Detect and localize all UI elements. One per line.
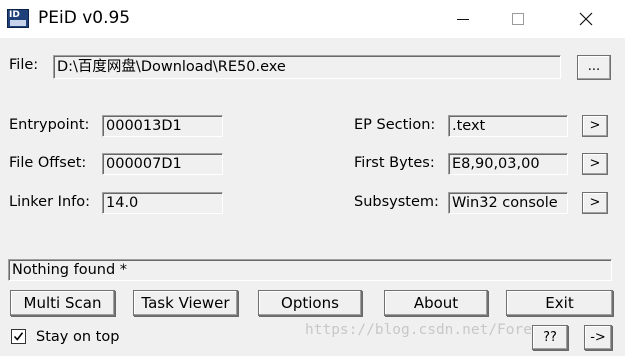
app-icon-text: ID xyxy=(9,10,20,20)
multi-scan-button[interactable]: Multi Scan xyxy=(10,290,115,316)
first-bytes-label: First Bytes: xyxy=(354,155,435,171)
help-button[interactable]: ?? xyxy=(532,325,568,350)
file-offset-label: File Offset: xyxy=(9,155,87,171)
peid-window: ID PEiD v0.95 File: D:\百度网盘\Download\RE5… xyxy=(0,0,625,356)
maximize-icon xyxy=(512,13,524,25)
options-button[interactable]: Options xyxy=(258,290,362,316)
stay-on-top-checkbox[interactable] xyxy=(11,329,26,344)
subsystem-label: Subsystem: xyxy=(354,194,439,210)
first-bytes-more-button[interactable]: > xyxy=(582,153,608,175)
watermark-text: https://blog.csdn.net/Forever_ xyxy=(305,322,567,338)
about-button[interactable]: About xyxy=(384,290,488,316)
close-button[interactable] xyxy=(563,4,609,34)
ep-section-label: EP Section: xyxy=(354,117,436,133)
subsystem-more-button[interactable]: > xyxy=(582,192,608,214)
maximize-button[interactable] xyxy=(495,4,541,34)
entrypoint-field[interactable]: 000013D1 xyxy=(102,115,223,137)
linker-info-field[interactable]: 14.0 xyxy=(102,192,223,214)
subsystem-field[interactable]: Win32 console xyxy=(448,192,568,214)
ep-section-more-button[interactable]: > xyxy=(582,115,608,137)
file-label: File: xyxy=(9,57,39,73)
exit-button[interactable]: Exit xyxy=(506,290,613,316)
entrypoint-label: Entrypoint: xyxy=(9,117,90,133)
checkmark-icon xyxy=(13,332,24,341)
minimize-button[interactable] xyxy=(440,4,486,34)
browse-button[interactable]: ... xyxy=(577,55,611,80)
task-viewer-button[interactable]: Task Viewer xyxy=(133,290,238,316)
scan-result-status: Nothing found * xyxy=(8,259,612,281)
ep-section-field[interactable]: .text xyxy=(448,115,568,137)
app-icon: ID xyxy=(7,9,29,28)
file-offset-field[interactable]: 000007D1 xyxy=(102,153,223,175)
arrow-button[interactable]: -> xyxy=(584,325,612,350)
window-title: PEiD v0.95 xyxy=(38,8,131,28)
title-bar[interactable]: ID PEiD v0.95 xyxy=(0,0,625,38)
file-path-field[interactable]: D:\百度网盘\Download\RE50.exe xyxy=(53,55,561,79)
close-icon xyxy=(579,12,593,26)
first-bytes-field[interactable]: E8,90,03,00 xyxy=(448,153,568,175)
linker-info-label: Linker Info: xyxy=(9,194,90,210)
stay-on-top-label[interactable]: Stay on top xyxy=(36,329,119,345)
minimize-icon xyxy=(457,18,469,20)
